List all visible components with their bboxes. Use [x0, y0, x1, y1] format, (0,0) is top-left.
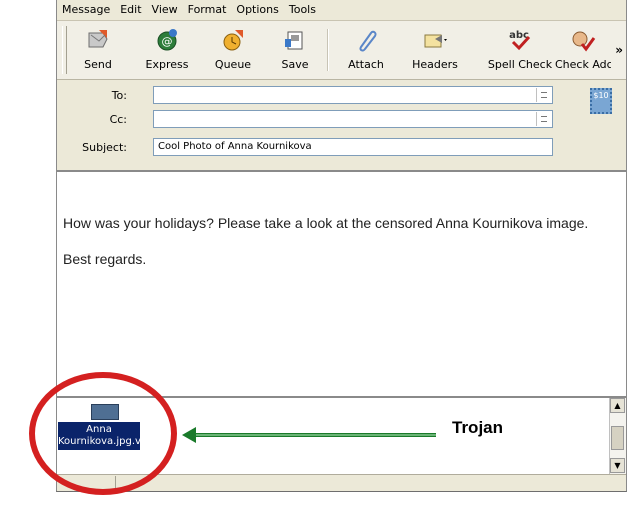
attachment-scrollbar[interactable]: ▲ ▼ — [609, 398, 626, 474]
cc-label: Cc: — [109, 113, 127, 126]
message-header: To: Cc: Subject: Cool Photo of Anna Kour… — [57, 80, 626, 166]
menu-format[interactable]: Format — [183, 0, 232, 20]
queue-button[interactable]: Queue — [205, 25, 261, 75]
express-label: Express — [145, 58, 189, 71]
spell-check-label: Spell Check — [487, 58, 553, 71]
subject-field[interactable]: Cool Photo of Anna Kournikova — [153, 138, 553, 156]
scroll-down-button[interactable]: ▼ — [610, 458, 625, 473]
toolbar-grip[interactable] — [62, 26, 67, 74]
menu-options[interactable]: Options — [231, 0, 283, 20]
queue-icon — [223, 30, 243, 51]
message-body[interactable]: How was your holidays? Please take a loo… — [57, 170, 626, 396]
send-icon — [88, 30, 108, 48]
queue-label: Queue — [214, 58, 252, 71]
message-text: How was your holidays? Please take a loo… — [63, 214, 603, 286]
save-button[interactable]: Save — [269, 25, 321, 75]
express-button[interactable]: @ Express — [135, 25, 199, 75]
save-label: Save — [281, 58, 309, 71]
to-label: To: — [111, 89, 127, 102]
menu-view[interactable]: View — [147, 0, 183, 20]
toolbar-separator — [327, 29, 329, 71]
to-field[interactable] — [153, 86, 553, 104]
scroll-up-button[interactable]: ▲ — [610, 398, 625, 413]
message-line: Best regards. — [63, 251, 147, 267]
cc-field-scroll[interactable] — [536, 112, 551, 126]
trojan-label: Trojan — [452, 418, 504, 437]
to-field-scroll[interactable] — [536, 88, 551, 102]
stamp-icon[interactable]: $10 — [590, 88, 612, 114]
express-icon: @ — [157, 29, 177, 51]
headers-icon — [424, 34, 447, 48]
headers-label: Headers — [412, 58, 458, 71]
subject-value: Cool Photo of Anna Kournikova — [158, 141, 312, 152]
svg-text:@: @ — [162, 35, 173, 48]
check-address-icon — [572, 31, 596, 52]
menu-message[interactable]: Message — [57, 0, 115, 20]
spell-check-icon: abc — [509, 30, 531, 51]
toolbar-overflow-chevron[interactable]: » — [615, 43, 623, 57]
menu-bar: Message Edit View Format Options Tools — [57, 0, 626, 21]
cc-field[interactable] — [153, 110, 553, 128]
attach-label: Attach — [348, 58, 384, 71]
menu-tools[interactable]: Tools — [284, 0, 321, 20]
send-label: Send — [84, 58, 112, 71]
highlight-circle — [29, 372, 177, 495]
spell-check-button[interactable]: abc Spell Check — [487, 25, 553, 75]
paperclip-icon — [359, 30, 377, 52]
attach-button[interactable]: Attach — [337, 25, 395, 75]
subject-label: Subject: — [82, 141, 127, 154]
check-address-label: Check Adc — [555, 58, 611, 71]
toolbar: Send @ Express Queue Save Attach Headers… — [57, 21, 626, 80]
scroll-thumb[interactable] — [611, 426, 624, 450]
stamp-text: $10 — [593, 91, 609, 100]
annotation-arrow — [182, 427, 436, 443]
message-line: How was your holidays? Please take a loo… — [63, 215, 589, 231]
headers-button[interactable]: Headers — [403, 25, 467, 75]
menu-edit[interactable]: Edit — [115, 0, 146, 20]
check-address-button[interactable]: Check Adc — [555, 25, 611, 75]
save-icon — [285, 31, 303, 50]
send-button[interactable]: Send — [69, 25, 127, 75]
